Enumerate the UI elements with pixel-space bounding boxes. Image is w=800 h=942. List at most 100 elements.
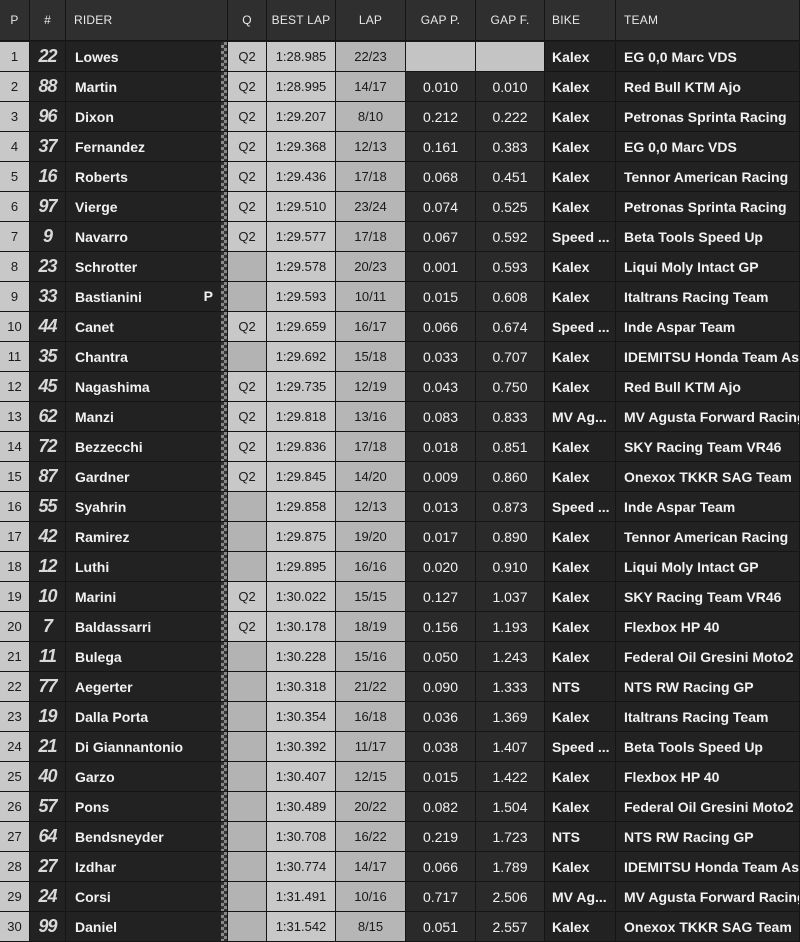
position-cell: 13 bbox=[0, 402, 30, 432]
bike-cell: Kalex bbox=[545, 102, 616, 132]
lap-cell: 12/15 bbox=[336, 762, 406, 792]
checkered-flag-icon bbox=[221, 372, 227, 401]
table-row[interactable]: 28 27 Izdhar 1:30.774 14/17 0.066 1.789 Kalex ID… bbox=[0, 852, 800, 882]
team-cell: Inde Aspar Team bbox=[616, 312, 800, 342]
table-row[interactable]: 17 42 Ramirez 1:29.875 19/20 0.017 0.890 Kalex T… bbox=[0, 522, 800, 552]
lap-cell: 8/15 bbox=[336, 912, 406, 942]
table-row[interactable]: 9 33 Bastianini P 1:29.593 10/11 0.015 0.608 Kal… bbox=[0, 282, 800, 312]
team-cell: Federal Oil Gresini Moto2 bbox=[616, 642, 800, 672]
rider-number: 72 bbox=[30, 432, 66, 462]
table-row[interactable]: 18 12 Luthi 1:29.895 16/16 0.020 0.910 Kalex Liq… bbox=[0, 552, 800, 582]
best-lap-cell: 1:29.875 bbox=[267, 522, 336, 552]
team-cell: Petronas Sprinta Racing bbox=[616, 102, 800, 132]
best-lap-cell: 1:29.895 bbox=[267, 552, 336, 582]
gap-previous-cell: 0.161 bbox=[406, 132, 476, 162]
header-number[interactable]: # bbox=[30, 0, 66, 41]
lap-cell: 10/11 bbox=[336, 282, 406, 312]
header-gap-previous[interactable]: GAP P. bbox=[406, 0, 476, 41]
rider-name: Bendsneyder bbox=[66, 822, 228, 852]
gap-first-cell: 1.243 bbox=[476, 642, 545, 672]
gap-first-cell: 0.222 bbox=[476, 102, 545, 132]
header-rider[interactable]: RIDER bbox=[66, 0, 228, 41]
lap-cell: 12/13 bbox=[336, 132, 406, 162]
lap-cell: 15/16 bbox=[336, 642, 406, 672]
rider-name-label: Baldassarri bbox=[75, 618, 152, 635]
gap-previous-cell: 0.001 bbox=[406, 252, 476, 282]
table-row[interactable]: 14 72 Bezzecchi Q2 1:29.836 17/18 0.018 0.851 Ka… bbox=[0, 432, 800, 462]
header-lap[interactable]: LAP bbox=[336, 0, 406, 41]
table-row[interactable]: 19 10 Marini Q2 1:30.022 15/15 0.127 1.037 Kalex… bbox=[0, 582, 800, 612]
team-cell: Italtrans Racing Team bbox=[616, 282, 800, 312]
table-row[interactable]: 6 97 Vierge Q2 1:29.510 23/24 0.074 0.525 Kalex P… bbox=[0, 192, 800, 222]
gap-previous-cell: 0.010 bbox=[406, 72, 476, 102]
header-q[interactable]: Q bbox=[228, 0, 267, 41]
lap-cell: 15/15 bbox=[336, 582, 406, 612]
table-row[interactable]: 29 24 Corsi 1:31.491 10/16 0.717 2.506 MV Ag...… bbox=[0, 882, 800, 912]
table-row[interactable]: 21 11 Bulega 1:30.228 15/16 0.050 1.243 Kalex Fe… bbox=[0, 642, 800, 672]
table-row[interactable]: 20 7 Baldassarri Q2 1:30.178 18/19 0.156 1.193 K… bbox=[0, 612, 800, 642]
qualifying-cell bbox=[228, 792, 267, 822]
table-row[interactable]: 3 96 Dixon Q2 1:29.207 8/10 0.212 0.222 Kalex Pet… bbox=[0, 102, 800, 132]
table-row[interactable]: 13 62 Manzi Q2 1:29.818 13/16 0.083 0.833 MV Ag.… bbox=[0, 402, 800, 432]
header-position[interactable]: P bbox=[0, 0, 30, 41]
header-gap-first[interactable]: GAP F. bbox=[476, 0, 545, 41]
bike-cell: Kalex bbox=[545, 612, 616, 642]
qualifying-cell: Q2 bbox=[228, 612, 267, 642]
gap-previous-cell: 0.083 bbox=[406, 402, 476, 432]
table-row[interactable]: 22 77 Aegerter 1:30.318 21/22 0.090 1.333 NTS NT… bbox=[0, 672, 800, 702]
team-cell: EG 0,0 Marc VDS bbox=[616, 42, 800, 72]
gap-first-cell: 0.851 bbox=[476, 432, 545, 462]
team-cell: Onexox TKKR SAG Team bbox=[616, 912, 800, 942]
team-cell: Flexbox HP 40 bbox=[616, 612, 800, 642]
checkered-flag-icon bbox=[221, 612, 227, 641]
bike-cell: Kalex bbox=[545, 912, 616, 942]
checkered-flag-icon bbox=[221, 852, 227, 881]
team-cell: SKY Racing Team VR46 bbox=[616, 432, 800, 462]
table-row[interactable]: 23 19 Dalla Porta 1:30.354 16/18 0.036 1.369 Ka… bbox=[0, 702, 800, 732]
team-cell: Federal Oil Gresini Moto2 bbox=[616, 792, 800, 822]
table-row[interactable]: 27 64 Bendsneyder 1:30.708 16/22 0.219 1.723 NT… bbox=[0, 822, 800, 852]
table-row[interactable]: 15 87 Gardner Q2 1:29.845 14/20 0.009 0.860 Kale… bbox=[0, 462, 800, 492]
rider-name: Nagashima bbox=[66, 372, 228, 402]
header-team[interactable]: TEAM bbox=[616, 0, 800, 41]
header-best-lap[interactable]: BEST LAP bbox=[267, 0, 336, 41]
table-row[interactable]: 10 44 Canet Q2 1:29.659 16/17 0.066 0.674 Speed … bbox=[0, 312, 800, 342]
table-row[interactable]: 5 16 Roberts Q2 1:29.436 17/18 0.068 0.451 Kalex… bbox=[0, 162, 800, 192]
table-row[interactable]: 26 57 Pons 1:30.489 20/22 0.082 1.504 Kalex Fede… bbox=[0, 792, 800, 822]
table-row[interactable]: 11 35 Chantra 1:29.692 15/18 0.033 0.707 Kalex I… bbox=[0, 342, 800, 372]
checkered-flag-icon bbox=[221, 42, 227, 71]
table-row[interactable]: 25 40 Garzo 1:30.407 12/15 0.015 1.422 Kalex Fle… bbox=[0, 762, 800, 792]
qualifying-cell bbox=[228, 882, 267, 912]
table-row[interactable]: 4 37 Fernandez Q2 1:29.368 12/13 0.161 0.383 Kal… bbox=[0, 132, 800, 162]
table-row[interactable]: 12 45 Nagashima Q2 1:29.735 12/19 0.043 0.750 Ka… bbox=[0, 372, 800, 402]
team-cell: Beta Tools Speed Up bbox=[616, 222, 800, 252]
table-row[interactable]: 16 55 Syahrin 1:29.858 12/13 0.013 0.873 Speed … bbox=[0, 492, 800, 522]
lap-cell: 16/22 bbox=[336, 822, 406, 852]
rider-name: Daniel bbox=[66, 912, 228, 942]
gap-previous-cell: 0.018 bbox=[406, 432, 476, 462]
bike-cell: Kalex bbox=[545, 522, 616, 552]
rider-name: Manzi bbox=[66, 402, 228, 432]
lap-cell: 11/17 bbox=[336, 732, 406, 762]
qualifying-cell bbox=[228, 492, 267, 522]
table-row[interactable]: 7 9 Navarro Q2 1:29.577 17/18 0.067 0.592 Speed … bbox=[0, 222, 800, 252]
rider-name: Di Giannantonio bbox=[66, 732, 228, 762]
position-cell: 21 bbox=[0, 642, 30, 672]
header-bike[interactable]: BIKE bbox=[545, 0, 616, 41]
rider-number: 57 bbox=[30, 792, 66, 822]
position-cell: 18 bbox=[0, 552, 30, 582]
position-cell: 5 bbox=[0, 162, 30, 192]
table-row[interactable]: 30 99 Daniel 1:31.542 8/15 0.051 2.557 Kalex One… bbox=[0, 912, 800, 942]
checkered-flag-icon bbox=[221, 522, 227, 551]
table-row[interactable]: 2 88 Martin Q2 1:28.995 14/17 0.010 0.010 Kalex R… bbox=[0, 72, 800, 102]
table-row[interactable]: 24 21 Di Giannantonio 1:30.392 11/17 0.038 1.4… bbox=[0, 732, 800, 762]
best-lap-cell: 1:29.659 bbox=[267, 312, 336, 342]
rider-name: Dalla Porta bbox=[66, 702, 228, 732]
position-cell: 14 bbox=[0, 432, 30, 462]
table-row[interactable]: 1 22 Lowes Q2 1:28.985 22/23 Kalex EG 0,0 Marc … bbox=[0, 42, 800, 72]
position-cell: 22 bbox=[0, 672, 30, 702]
table-row[interactable]: 8 23 Schrotter 1:29.578 20/23 0.001 0.593 Kalex… bbox=[0, 252, 800, 282]
qualifying-cell: Q2 bbox=[228, 42, 267, 72]
best-lap-cell: 1:29.510 bbox=[267, 192, 336, 222]
rider-name: Gardner bbox=[66, 462, 228, 492]
